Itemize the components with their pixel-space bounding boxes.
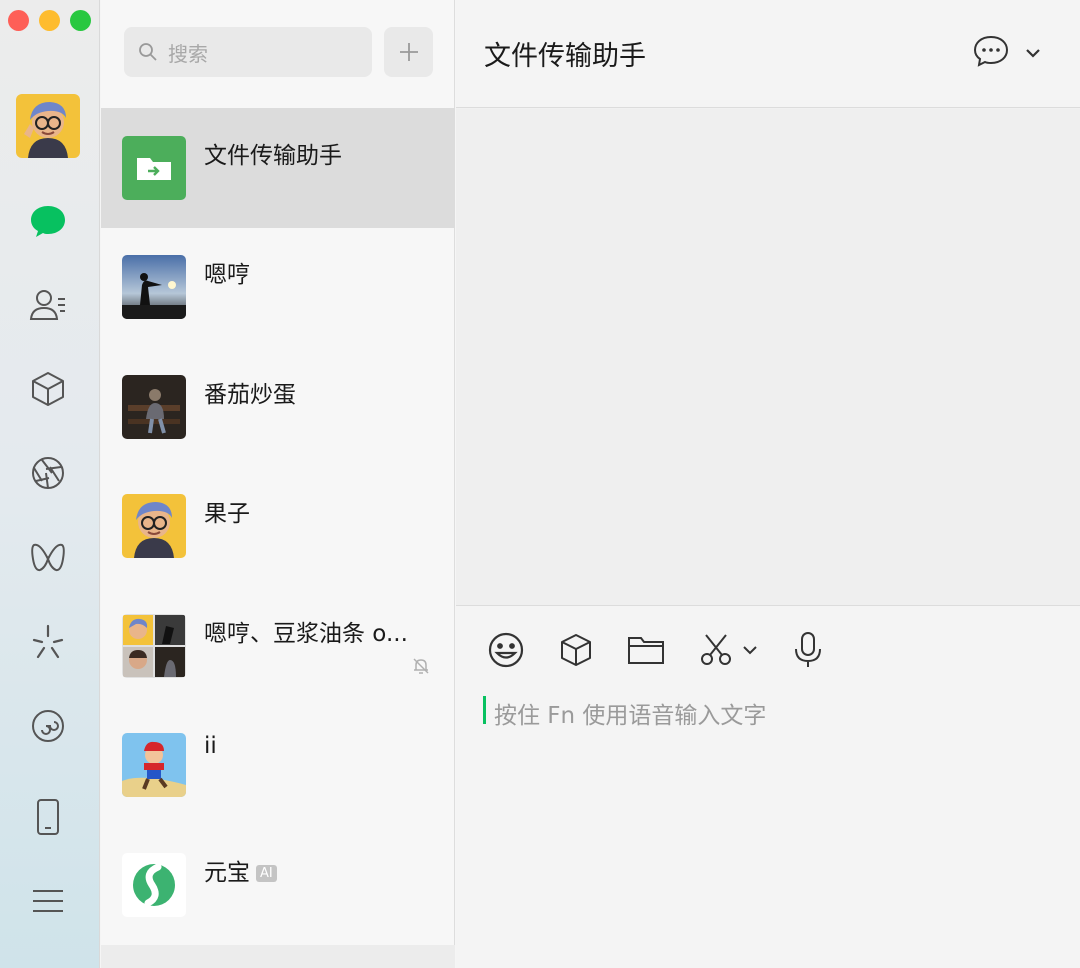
chat-title: 文件传输助手 [484,41,646,72]
scissors-icon[interactable] [696,630,736,670]
chat-bubble-icon[interactable] [26,198,70,242]
composer: 按住 Fn 使用语音输入文字 [456,605,1080,968]
nav-rail [0,0,100,968]
conversation-name-text: 元宝 [204,860,250,886]
plus-icon [399,43,418,61]
contact-avatar [122,494,186,558]
conversation-name: ii [204,733,217,759]
text-cursor [483,696,486,724]
emoji-icon[interactable] [486,630,526,670]
header-actions [972,34,1042,72]
conversation-name: 元宝 AI [204,853,277,887]
contacts-icon[interactable] [26,283,70,327]
conversation-item[interactable]: ii [101,705,455,825]
chat-info-icon[interactable] [972,34,1010,72]
contact-avatar [122,255,186,319]
channels-icon[interactable] [26,535,70,579]
yuanbao-avatar [122,853,186,917]
minimize-window-button[interactable] [39,10,60,31]
zoom-window-button[interactable] [70,10,91,31]
moments-aperture-icon[interactable] [26,451,70,495]
menu-icon[interactable] [26,879,70,923]
conversation-item[interactable]: 文件传输助手 [101,108,455,228]
muted-bell-icon [411,656,431,680]
favorites-box-icon[interactable] [556,630,596,670]
conversation-item[interactable]: 果子 [101,466,455,586]
search-placeholder: 搜索 [168,41,208,66]
list-footer [101,945,455,968]
search-icon [139,43,157,61]
chat-panel: 文件传输助手 按住 Fn 使用语音输入文字 [456,0,1080,968]
favorites-box-icon[interactable] [26,367,70,411]
window-controls [8,10,91,31]
add-button[interactable] [384,27,433,77]
mini-programs-icon[interactable] [26,704,70,748]
ai-badge: AI [256,865,277,882]
conversation-name: 文件传输助手 [204,143,342,169]
screenshot-options-chevron-icon[interactable] [742,645,758,655]
search-input[interactable]: 搜索 [124,27,372,77]
contact-avatar [122,375,186,439]
conversation-item[interactable]: 嗯哼、豆浆油条 o... [101,586,455,706]
self-avatar[interactable] [16,94,80,158]
conversation-item[interactable]: 番茄炒蛋 [101,347,455,467]
search-sparkle-icon[interactable] [26,620,70,664]
group-avatar [122,614,186,678]
chat-header: 文件传输助手 [456,0,1080,108]
folder-icon[interactable] [626,630,666,670]
conversation-name: 嗯哼 [204,262,250,288]
phone-device-icon[interactable] [26,795,70,839]
message-input[interactable]: 按住 Fn 使用语音输入文字 [494,696,766,730]
conversation-name: 嗯哼、豆浆油条 o... [204,621,408,647]
file-transfer-avatar [122,136,186,200]
conversation-name: 果子 [204,501,250,527]
contact-avatar [122,733,186,797]
microphone-icon[interactable] [788,630,828,670]
conversation-item[interactable]: 嗯哼 [101,227,455,347]
conversation-name: 番茄炒蛋 [204,382,296,408]
message-area[interactable] [456,109,1080,605]
composer-toolbar [486,630,858,670]
conversation-list: 搜索 文件传输助手 嗯哼 番茄炒蛋 果子 嗯哼、豆浆油条 o... ii 元宝 … [101,0,455,968]
chevron-down-icon[interactable] [1024,44,1042,63]
conversation-item[interactable]: 元宝 AI [101,825,455,945]
close-window-button[interactable] [8,10,29,31]
